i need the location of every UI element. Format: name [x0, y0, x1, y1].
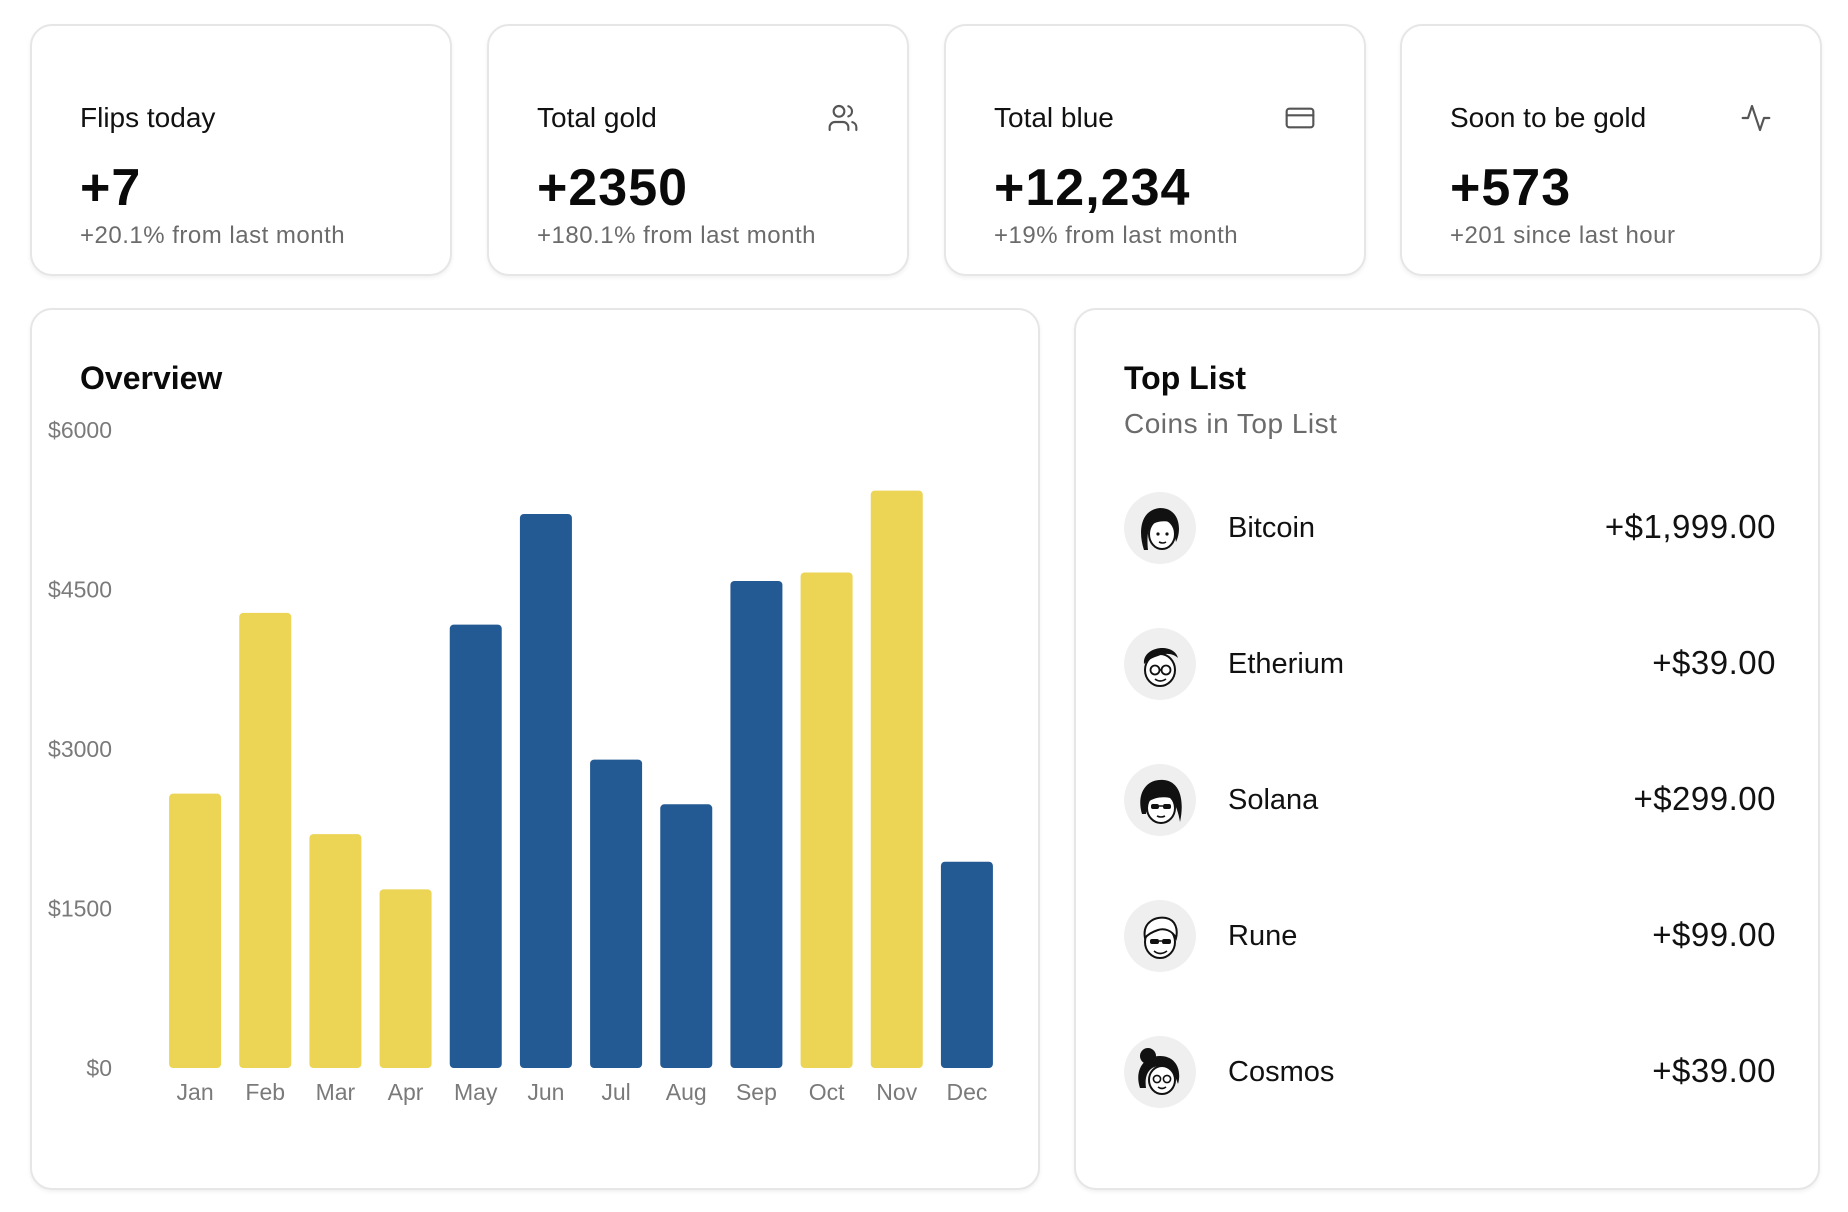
top-list-card: Top List Coins in Top List Bitcoin +$1,9…: [1074, 308, 1820, 1190]
bar-nov[interactable]: [870, 490, 923, 1068]
x-tick-label: Apr: [388, 1079, 424, 1105]
coin-amount: +$1,999.00: [1604, 508, 1776, 545]
bar-mar[interactable]: [309, 834, 362, 1068]
avatar-long-hair-icon: [1124, 492, 1196, 564]
stat-value: +573: [1450, 159, 1572, 217]
coin-name: Cosmos: [1228, 1056, 1335, 1088]
avatar-sunglasses-short-icon: [1124, 900, 1196, 972]
coin-name: Solana: [1228, 784, 1319, 816]
list-item[interactable]: Etherium +$39.00: [1124, 628, 1776, 704]
coin-amount: +$299.00: [1633, 780, 1776, 817]
coin-name: Bitcoin: [1228, 512, 1316, 544]
stat-label: Total blue: [994, 102, 1114, 133]
x-tick-label: Oct: [809, 1079, 845, 1105]
overview-title: Overview: [80, 360, 223, 396]
stat-card-total-blue: Total blue +12,234 +19% from last month: [944, 24, 1366, 276]
stat-card-soon-gold: Soon to be gold +573 +201 since last hou…: [1400, 24, 1822, 276]
bar-may[interactable]: [449, 624, 502, 1068]
coin-amount: +$99.00: [1652, 916, 1776, 953]
stat-card-total-gold: Total gold +2350 +180.1% from last month: [487, 24, 909, 276]
users-icon: [828, 104, 858, 132]
stat-subtext: +180.1% from last month: [537, 222, 816, 249]
stat-card-flips: Flips today +7 +20.1% from last month: [30, 24, 452, 276]
bar-feb[interactable]: [239, 612, 292, 1068]
bar-apr[interactable]: [379, 889, 432, 1068]
y-tick-label: $4500: [48, 577, 112, 603]
overview-card: $0 $1500 $3000 $4500 $6000 Jan Feb Mar Apr May Jun…: [30, 308, 1040, 1190]
stat-subtext: +19% from last month: [994, 222, 1239, 249]
stat-label: Total gold: [537, 102, 657, 133]
x-tick-label: May: [454, 1079, 498, 1105]
y-tick-label: $3000: [48, 736, 112, 762]
top-list-title: Top List: [1124, 360, 1247, 396]
bar-jan[interactable]: [169, 793, 222, 1068]
coin-amount: +$39.00: [1652, 1052, 1776, 1089]
bar-jun[interactable]: [519, 514, 572, 1068]
x-tick-label: Jun: [527, 1079, 564, 1105]
y-tick-label: $1500: [48, 896, 112, 922]
stat-label: Flips today: [80, 102, 216, 133]
y-tick-label: $6000: [48, 417, 112, 443]
stat-value: +12,234: [994, 159, 1191, 217]
stat-value: +7: [80, 159, 142, 217]
bar-oct[interactable]: [800, 572, 853, 1068]
list-item[interactable]: Bitcoin +$1,999.00: [1124, 492, 1776, 568]
list-item[interactable]: Rune +$99.00: [1124, 900, 1776, 976]
activity-icon: [1741, 104, 1771, 132]
x-tick-label: Dec: [946, 1079, 987, 1105]
bar-dec[interactable]: [940, 861, 993, 1068]
coin-amount: +$39.00: [1652, 644, 1776, 681]
coin-name: Rune: [1228, 920, 1298, 952]
stat-subtext: +201 since last hour: [1450, 222, 1676, 249]
stat-value: +2350: [537, 159, 689, 217]
x-tick-label: Jan: [177, 1079, 214, 1105]
overview-bar-chart: $0 $1500 $3000 $4500 $6000 Jan Feb Mar Apr May Jun…: [48, 417, 993, 1105]
avatar-glasses-icon: [1124, 628, 1196, 700]
x-tick-label: Jul: [601, 1079, 630, 1105]
credit-card-icon: [1285, 107, 1315, 129]
x-tick-label: Feb: [245, 1079, 285, 1105]
top-list-subtitle: Coins in Top List: [1124, 408, 1338, 439]
list-item[interactable]: Cosmos +$39.00: [1124, 1036, 1776, 1112]
coin-name: Etherium: [1228, 648, 1345, 680]
avatar-sunglasses-icon: [1124, 764, 1196, 836]
x-tick-label: Sep: [736, 1079, 777, 1105]
list-item[interactable]: Solana +$299.00: [1124, 764, 1776, 840]
bar-sep[interactable]: [730, 580, 783, 1068]
x-tick-label: Aug: [666, 1079, 707, 1105]
x-tick-label: Nov: [876, 1079, 917, 1105]
y-tick-label: $0: [86, 1055, 112, 1081]
bar-aug[interactable]: [660, 804, 713, 1068]
avatar-bun-icon: [1124, 1036, 1196, 1108]
x-tick-label: Mar: [316, 1079, 356, 1105]
bar-jul[interactable]: [590, 759, 643, 1068]
stat-label: Soon to be gold: [1450, 102, 1647, 133]
stat-subtext: +20.1% from last month: [80, 222, 346, 249]
